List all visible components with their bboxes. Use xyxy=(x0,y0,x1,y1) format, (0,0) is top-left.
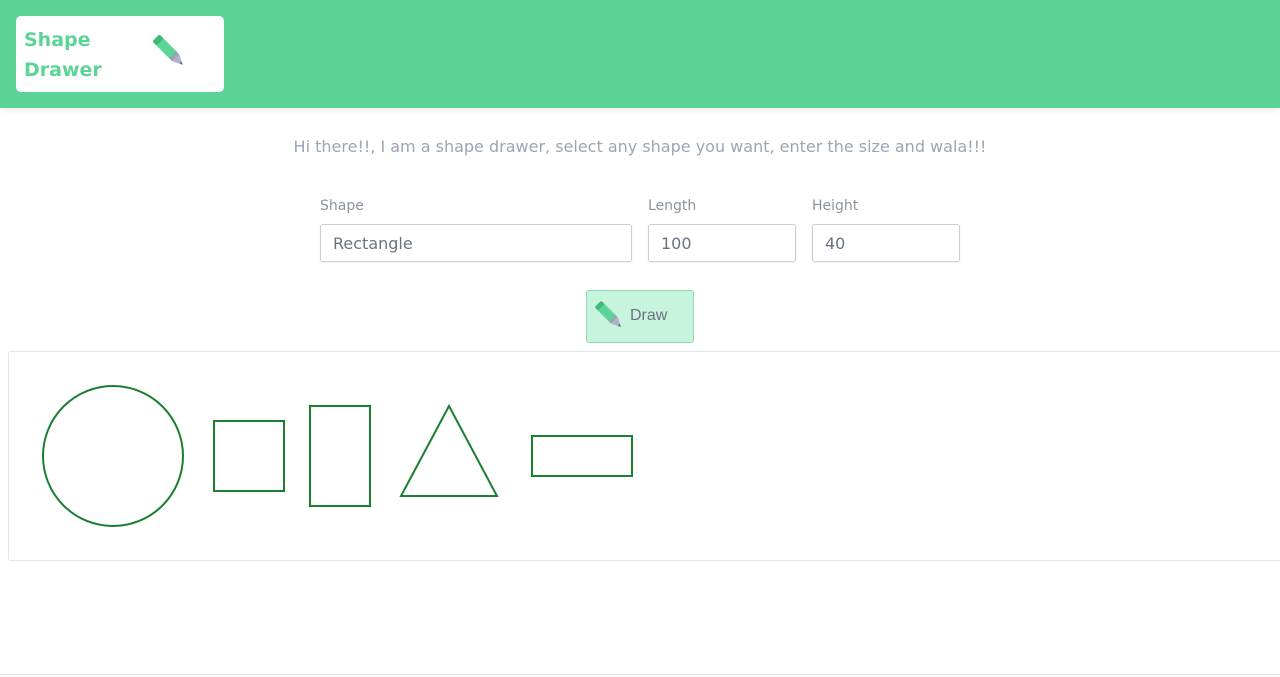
length-label: Length xyxy=(648,198,697,214)
footer-divider xyxy=(0,674,1280,675)
draw-button-label: Draw xyxy=(630,307,668,324)
drawn-circle xyxy=(42,385,184,527)
drawn-rectangle-vertical xyxy=(309,405,371,507)
drawn-triangle xyxy=(399,403,499,497)
app-title-line2: Drawer xyxy=(24,59,102,81)
app-header: Shape Drawer xyxy=(0,0,1280,108)
length-input[interactable] xyxy=(648,224,796,262)
app-title-line1: Shape xyxy=(24,29,91,51)
shape-input[interactable] xyxy=(320,224,632,262)
draw-button[interactable]: Draw xyxy=(586,290,694,343)
app-logo[interactable]: Shape Drawer xyxy=(16,16,224,92)
drawn-square xyxy=(213,420,285,492)
height-input[interactable] xyxy=(812,224,960,262)
drawn-rectangle-horizontal xyxy=(531,435,633,477)
drawing-canvas[interactable] xyxy=(8,351,1280,561)
app-title: Shape Drawer xyxy=(24,25,144,85)
shapes-svg xyxy=(42,385,633,527)
pencil-icon xyxy=(595,301,621,327)
height-label: Height xyxy=(812,198,859,214)
intro-text: Hi there!!, I am a shape drawer, select … xyxy=(293,137,987,156)
shape-label: Shape xyxy=(320,198,364,214)
pencil-icon xyxy=(153,35,183,65)
